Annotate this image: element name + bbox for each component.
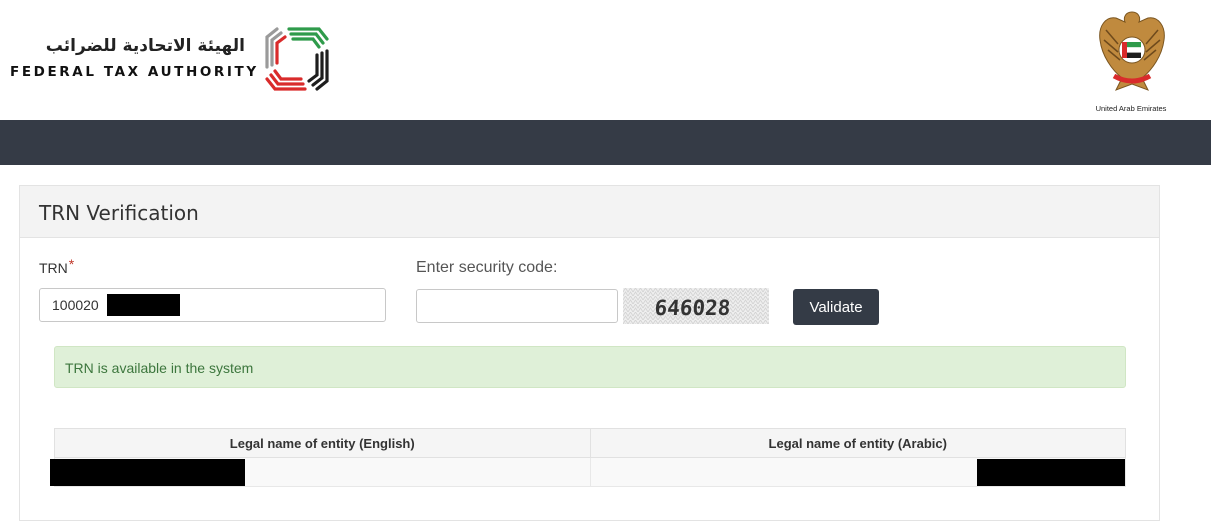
alert-message: TRN is available in the system [65,360,254,376]
required-asterisk: * [68,256,75,272]
captcha-image: 646028 [623,288,769,324]
fta-logo-arabic-text: الهيئة الاتحادية للضرائب [45,36,245,56]
page-title: TRN Verification [39,201,199,225]
cell-english-name [50,457,591,487]
trn-label: TRN* [39,256,74,276]
column-header-arabic: Legal name of entity (Arabic) [589,428,1126,458]
trn-input[interactable] [39,288,386,322]
top-navbar [0,120,1211,165]
redaction-box [50,459,245,486]
column-header-english: Legal name of entity (English) [54,428,591,458]
eagle-emblem-icon [1099,11,1165,91]
site-header: الهيئة الاتحادية للضرائب FEDERAL TAX AUT… [0,0,1211,120]
security-code-input[interactable] [416,289,618,323]
fta-logo-english-text: FEDERAL TAX AUTHORITY [10,64,259,80]
fta-logo[interactable]: الهيئة الاتحادية للضرائب FEDERAL TAX AUT… [10,14,340,104]
panel-heading: TRN Verification [20,186,1159,238]
cell-arabic-name [589,457,1126,487]
fta-logo-mark-icon [265,27,329,91]
validate-button[interactable]: Validate [793,289,879,325]
trn-label-text: TRN [39,260,68,276]
success-alert: TRN is available in the system [54,346,1126,388]
entity-name-table: Legal name of entity (English) Legal nam… [50,428,1126,487]
trn-verification-panel: TRN Verification TRN* Enter security cod… [19,185,1160,521]
table-row [50,457,1126,487]
table-header-row: Legal name of entity (English) Legal nam… [54,428,1126,458]
redaction-box [107,294,180,316]
security-code-label: Enter security code: [416,259,558,276]
redaction-box [977,459,1125,486]
captcha-text: 646028 [654,295,732,320]
uae-emblem: United Arab Emirates [1088,4,1174,116]
emblem-caption: United Arab Emirates [1095,104,1167,113]
